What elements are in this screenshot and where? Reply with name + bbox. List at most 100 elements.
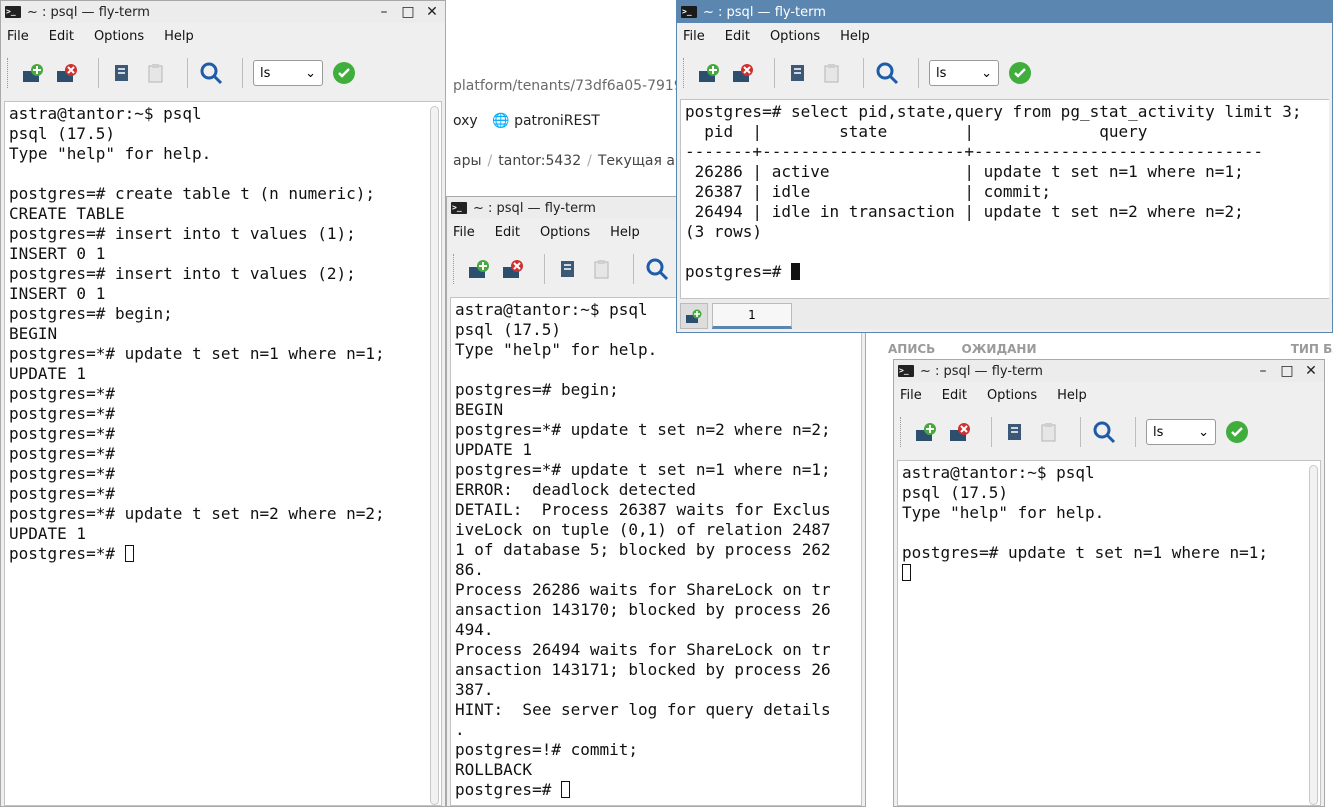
command-combo[interactable]: ls ⌄ bbox=[253, 60, 323, 86]
terminal-output[interactable]: astra@tantor:~$ psql psql (17.5) Type "h… bbox=[897, 460, 1321, 806]
paste-icon bbox=[1041, 423, 1056, 442]
close-session-button[interactable] bbox=[730, 60, 756, 86]
scrollbar[interactable] bbox=[1309, 465, 1318, 805]
browser-url-text[interactable]: platform/tenants/73df6a05-7919 bbox=[453, 78, 683, 94]
menu-file[interactable]: File bbox=[453, 225, 475, 240]
combo-value: ls bbox=[1153, 424, 1164, 440]
terminal-output[interactable]: astra@tantor:~$ psql psql (17.5) Type "h… bbox=[4, 101, 442, 806]
menu-edit[interactable]: Edit bbox=[49, 29, 74, 44]
close-button[interactable]: ✕ bbox=[425, 4, 439, 20]
find-button[interactable] bbox=[644, 256, 670, 282]
maximize-button[interactable]: □ bbox=[1280, 363, 1294, 379]
menu-file[interactable]: File bbox=[683, 29, 705, 44]
close-button[interactable]: ✕ bbox=[1304, 363, 1318, 379]
search-icon bbox=[646, 258, 669, 281]
maximize-button[interactable]: □ bbox=[401, 4, 415, 20]
copy-icon bbox=[1008, 424, 1021, 440]
text-cursor bbox=[124, 545, 134, 562]
prompt-line: postgres=# bbox=[455, 780, 561, 799]
terminal-text: astra@tantor:~$ psql psql (17.5) Type "h… bbox=[5, 102, 441, 566]
window-titlebar[interactable]: >_ ~ : psql — fly-term – □ ✕ bbox=[894, 360, 1324, 382]
close-session-button[interactable] bbox=[500, 256, 526, 282]
close-session-button[interactable] bbox=[54, 60, 80, 86]
bookmark-patronirest[interactable]: patroniREST bbox=[514, 113, 600, 129]
toolbar-separator bbox=[1080, 417, 1081, 447]
toolbar-separator bbox=[1135, 417, 1136, 447]
copy-icon bbox=[791, 65, 804, 81]
chevron-down-icon: ⌄ bbox=[305, 65, 316, 81]
copy-button[interactable] bbox=[1002, 419, 1028, 445]
paste-button[interactable] bbox=[589, 256, 615, 282]
paste-icon bbox=[594, 260, 609, 279]
minimize-button[interactable]: – bbox=[1256, 363, 1270, 379]
tab-label: 1 bbox=[748, 308, 756, 322]
command-combo[interactable]: ls ⌄ bbox=[929, 60, 999, 86]
toolbar-separator bbox=[242, 58, 243, 88]
breadcrumb-item[interactable]: ары bbox=[453, 153, 482, 169]
paste-button[interactable] bbox=[143, 60, 169, 86]
prompt-line: postgres=*# bbox=[9, 544, 125, 563]
minimize-button[interactable]: – bbox=[377, 4, 391, 20]
menu-edit[interactable]: Edit bbox=[725, 29, 750, 44]
text-cursor bbox=[560, 781, 570, 798]
menu-file[interactable]: File bbox=[900, 388, 922, 403]
terminal-output[interactable]: postgres=# select pid,state,query from p… bbox=[680, 99, 1329, 299]
new-session-button[interactable] bbox=[696, 60, 722, 86]
run-command-button[interactable] bbox=[1226, 421, 1248, 443]
table-header: АПИСЬ ОЖИДАНИ ТИП БЛО bbox=[888, 342, 1333, 356]
column-header: ТИП БЛО bbox=[1290, 342, 1333, 356]
new-session-button[interactable] bbox=[466, 256, 492, 282]
copy-button[interactable] bbox=[555, 256, 581, 282]
command-combo[interactable]: ls ⌄ bbox=[1146, 419, 1216, 445]
prompt-line: postgres=# bbox=[685, 262, 791, 281]
menu-help[interactable]: Help bbox=[610, 225, 640, 240]
close-session-icon bbox=[733, 64, 753, 82]
window-titlebar[interactable]: >_ ~ : psql — fly-term bbox=[677, 1, 1332, 23]
terminal-text: postgres=# select pid,state,query from p… bbox=[681, 100, 1329, 284]
breadcrumb-item: Текущая ак bbox=[597, 153, 684, 169]
terminal-window-4: >_ ~ : psql — fly-term – □ ✕ File Edit O… bbox=[893, 359, 1325, 807]
find-button[interactable] bbox=[1091, 419, 1117, 445]
new-session-icon bbox=[23, 64, 43, 82]
close-session-icon bbox=[57, 64, 77, 82]
menu-help[interactable]: Help bbox=[840, 29, 870, 44]
breadcrumb-item[interactable]: tantor:5432 bbox=[498, 153, 581, 169]
scrollbar[interactable] bbox=[430, 106, 439, 805]
menu-help[interactable]: Help bbox=[164, 29, 194, 44]
menu-file[interactable]: File bbox=[7, 29, 29, 44]
terminal-output[interactable]: astra@tantor:~$ psql psql (17.5) Type "h… bbox=[450, 297, 862, 806]
close-session-icon bbox=[950, 423, 970, 441]
paste-button[interactable] bbox=[819, 60, 845, 86]
window-titlebar[interactable]: >_ ~ : psql — fly-term – □ ✕ bbox=[1, 1, 445, 23]
search-icon bbox=[200, 62, 223, 85]
close-session-button[interactable] bbox=[947, 419, 973, 445]
paste-button[interactable] bbox=[1036, 419, 1062, 445]
find-button[interactable] bbox=[874, 60, 900, 86]
close-session-icon bbox=[503, 260, 523, 278]
copy-button[interactable] bbox=[109, 60, 135, 86]
bookmark-proxy[interactable]: oxy bbox=[453, 113, 478, 129]
menu-options[interactable]: Options bbox=[94, 29, 144, 44]
menu-options[interactable]: Options bbox=[987, 388, 1037, 403]
menu-edit[interactable]: Edit bbox=[942, 388, 967, 403]
toolbar-separator bbox=[918, 58, 919, 88]
run-command-button[interactable] bbox=[333, 62, 355, 84]
menu-options[interactable]: Options bbox=[540, 225, 590, 240]
globe-icon: 🌐 bbox=[492, 113, 510, 129]
terminal-window-3: >_ ~ : psql — fly-term File Edit Options… bbox=[676, 0, 1333, 333]
new-tab-button[interactable] bbox=[680, 303, 708, 329]
window-title: ~ : psql — fly-term bbox=[473, 200, 596, 216]
menu-help[interactable]: Help bbox=[1057, 388, 1087, 403]
copy-button[interactable] bbox=[785, 60, 811, 86]
terminal-lines: astra@tantor:~$ psql psql (17.5) Type "h… bbox=[902, 463, 1269, 562]
menu-edit[interactable]: Edit bbox=[495, 225, 520, 240]
window-title: ~ : psql — fly-term bbox=[703, 4, 826, 20]
find-button[interactable] bbox=[198, 60, 224, 86]
session-tab-1[interactable]: 1 bbox=[712, 303, 792, 329]
terminal-window-1: >_ ~ : psql — fly-term – □ ✕ File Edit O… bbox=[0, 0, 446, 807]
new-session-button[interactable] bbox=[20, 60, 46, 86]
menu-options[interactable]: Options bbox=[770, 29, 820, 44]
toolbar-separator bbox=[633, 254, 634, 284]
new-session-button[interactable] bbox=[913, 419, 939, 445]
run-command-button[interactable] bbox=[1009, 62, 1031, 84]
